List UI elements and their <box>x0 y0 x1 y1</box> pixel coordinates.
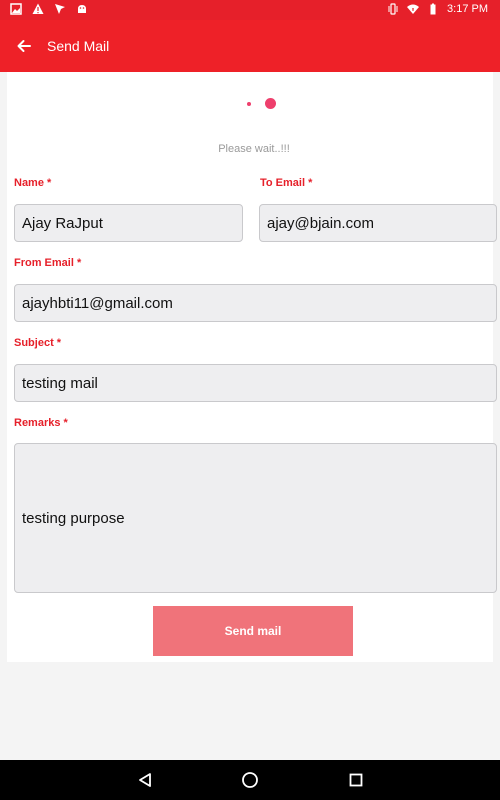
from-email-value: ajayhbti11@gmail.com <box>22 294 173 312</box>
back-button[interactable] <box>10 32 38 60</box>
send-mail-button[interactable]: Send mail <box>153 606 353 656</box>
recents-square-icon <box>349 773 363 787</box>
vibrate-icon <box>388 3 398 15</box>
loading-dots <box>240 97 280 111</box>
status-left-icons <box>10 3 88 15</box>
to-email-value: ajay@bjain.com <box>267 214 374 232</box>
subject-field[interactable]: testing mail <box>14 364 497 402</box>
remarks-value: testing purpose <box>22 509 125 527</box>
nav-home-button[interactable] <box>238 768 262 792</box>
arrow-left-icon <box>17 40 31 52</box>
to-email-label: To Email * <box>260 177 313 189</box>
image-icon <box>10 3 22 15</box>
name-value: Ajay RaJput <box>22 214 103 232</box>
subject-value: testing mail <box>22 374 98 392</box>
battery-icon <box>430 3 436 15</box>
home-circle-icon <box>242 772 258 788</box>
from-email-label: From Email * <box>14 257 82 269</box>
subject-label: Subject * <box>14 337 62 349</box>
nav-back-button[interactable] <box>133 768 157 792</box>
status-time: 3:17 PM <box>447 3 488 15</box>
to-email-field[interactable]: ajay@bjain.com <box>259 204 497 242</box>
remarks-textarea[interactable]: testing purpose <box>14 443 497 593</box>
loading-dot-small <box>247 102 251 106</box>
name-label: Name * <box>14 177 52 189</box>
status-right-icons: 3:17 PM <box>387 3 488 15</box>
navigation-icon <box>55 4 65 14</box>
status-bar: 3:17 PM <box>0 0 500 20</box>
back-triangle-icon <box>139 773 151 787</box>
app-title: Send Mail <box>47 38 110 54</box>
name-field[interactable]: Ajay RaJput <box>14 204 243 242</box>
loading-text: Please wait..!!! <box>218 143 290 155</box>
android-icon <box>78 5 86 13</box>
system-nav-bar <box>0 760 500 800</box>
from-email-field[interactable]: ajayhbti11@gmail.com <box>14 284 497 322</box>
loading-dot-large <box>265 98 276 109</box>
warning-icon <box>32 3 44 14</box>
remarks-label: Remarks * <box>14 417 68 429</box>
send-mail-label: Send mail <box>224 624 282 638</box>
nav-recents-button[interactable] <box>344 768 368 792</box>
wifi-icon <box>407 4 420 14</box>
app-bar: Send Mail <box>0 20 500 72</box>
